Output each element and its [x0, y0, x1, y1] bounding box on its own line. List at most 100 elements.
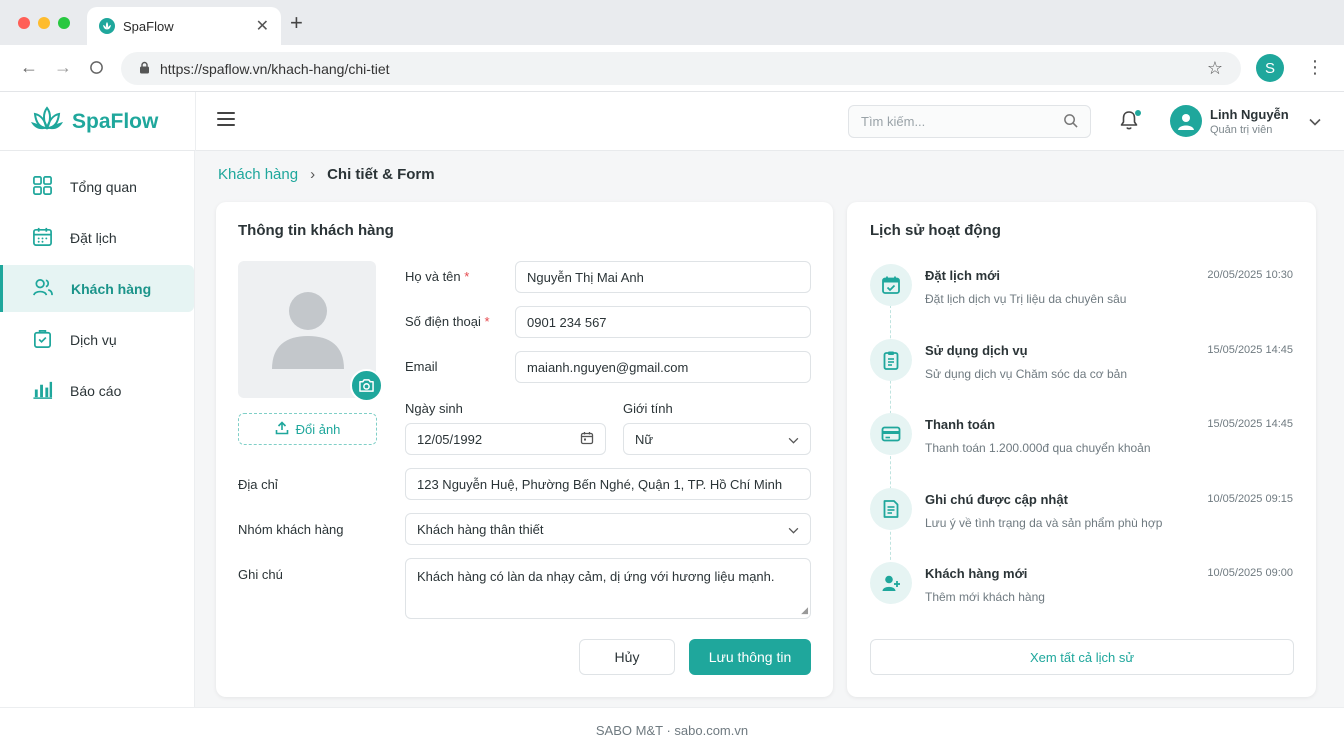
- save-button[interactable]: Lưu thông tin: [689, 639, 811, 675]
- chevron-down-icon: [788, 432, 799, 447]
- close-tab-icon[interactable]: ✕: [256, 16, 269, 36]
- clipboard-icon: [870, 339, 912, 381]
- chevron-down-icon[interactable]: [1309, 113, 1321, 129]
- forward-arrow-icon[interactable]: →: [54, 57, 72, 78]
- sidebar-item-label: Khách hàng: [71, 280, 152, 297]
- history-item-title: Sử dụng dịch vụ: [925, 343, 1028, 358]
- chevron-right-icon: ›: [310, 166, 316, 183]
- tab-title: SpaFlow: [123, 18, 174, 34]
- calendar-check-icon: [870, 264, 912, 306]
- email-field[interactable]: maianh.nguyen@gmail.com: [515, 351, 811, 383]
- change-photo-button[interactable]: Đổi ảnh: [238, 413, 377, 445]
- search-icon[interactable]: [1063, 113, 1078, 131]
- sidebar-item-label: Báo cáo: [70, 382, 122, 399]
- history-item-time: 15/05/2025 14:45: [1207, 344, 1293, 356]
- customer-group-select[interactable]: Khách hàng thân thiết: [405, 513, 811, 545]
- header-divider: [195, 92, 196, 151]
- sidebar-item-overview[interactable]: Tổng quan: [0, 163, 194, 210]
- calendar-icon[interactable]: [580, 431, 594, 448]
- maximize-window-dot[interactable]: [58, 17, 70, 29]
- user-role: Quản trị viên: [1210, 123, 1273, 136]
- cancel-button[interactable]: Hủy: [579, 639, 675, 675]
- breadcrumb-current: Chi tiết & Form: [327, 166, 435, 183]
- notification-bell-icon[interactable]: [1119, 110, 1141, 134]
- lotus-favicon-icon: [99, 18, 115, 34]
- credit-card-icon: [870, 413, 912, 455]
- sidebar-item-label: Đặt lịch: [70, 229, 117, 246]
- gender-label: Giới tính: [623, 401, 673, 416]
- browser-tabbar: SpaFlow ✕ +: [0, 0, 1344, 45]
- history-item-title: Khách hàng mới: [925, 566, 1028, 581]
- camera-icon[interactable]: [350, 369, 383, 402]
- change-photo-label: Đổi ảnh: [295, 421, 341, 437]
- browser-profile-avatar[interactable]: S: [1256, 54, 1284, 82]
- close-window-dot[interactable]: [18, 17, 30, 29]
- sidebar-item-reports[interactable]: Báo cáo: [0, 367, 194, 414]
- note-textarea[interactable]: Khách hàng có làn da nhạy cảm, dị ứng vớ…: [405, 558, 811, 619]
- history-item-time: 10/05/2025 09:00: [1207, 567, 1293, 579]
- sidebar-item-customers[interactable]: Khách hàng: [0, 265, 194, 312]
- lotus-logo-icon: [30, 106, 64, 137]
- note-label: Ghi chú: [238, 567, 283, 582]
- sidebar-item-services[interactable]: Dịch vụ: [0, 316, 194, 363]
- history-item-time: 10/05/2025 09:15: [1207, 493, 1293, 505]
- history-item-time: 20/05/2025 10:30: [1207, 269, 1293, 281]
- breadcrumb-link-customers[interactable]: Khách hàng: [218, 166, 298, 183]
- reload-icon[interactable]: [89, 59, 104, 80]
- address-label: Địa chỉ: [238, 477, 278, 492]
- footer-text: SABO M&T · sabo.com.vn: [595, 722, 749, 738]
- phone-field[interactable]: 0901 234 567: [515, 306, 811, 338]
- bookmark-star-icon[interactable]: ☆: [1207, 58, 1223, 79]
- lock-icon: [139, 61, 150, 77]
- customer-group-label: Nhóm khách hàng: [238, 522, 344, 537]
- sidebar-item-label: Tổng quan: [70, 178, 137, 195]
- sidebar-item-booking[interactable]: Đặt lịch: [0, 214, 194, 261]
- brand-name: SpaFlow: [72, 109, 159, 133]
- dashboard-icon: [32, 175, 53, 199]
- history-item-title: Thanh toán: [925, 417, 996, 432]
- history-item-desc: Thêm mới khách hàng: [925, 590, 1045, 604]
- dob-label: Ngày sinh: [405, 401, 463, 416]
- email-label: Email: [405, 359, 438, 374]
- browser-toolbar: ← → https://spaflow.vn/khach-hang/chi-ti…: [0, 45, 1344, 92]
- url-text: https://spaflow.vn/khach-hang/chi-tiet: [160, 60, 390, 77]
- form-card-title: Thông tin khách hàng: [238, 222, 394, 239]
- footer: SABO M&T · sabo.com.vn: [0, 707, 1344, 752]
- dob-field[interactable]: 12/05/1992: [405, 423, 606, 455]
- browser-tab[interactable]: SpaFlow ✕: [87, 7, 281, 45]
- history-item-desc: Lưu ý về tình trạng da và sản phẩm phù h…: [925, 516, 1163, 530]
- chevron-down-icon: [788, 522, 799, 537]
- address-bar[interactable]: https://spaflow.vn/khach-hang/chi-tiet ☆: [121, 52, 1241, 85]
- minimize-window-dot[interactable]: [38, 17, 50, 29]
- history-card-title: Lịch sử hoạt động: [870, 222, 1001, 239]
- view-all-history-button[interactable]: Xem tất cả lịch sử: [870, 639, 1294, 675]
- notification-dot: [1135, 110, 1141, 116]
- address-field[interactable]: 123 Nguyễn Huệ, Phường Bến Nghé, Quận 1,…: [405, 468, 811, 500]
- sidebar: Tổng quan Đặt lịch Khách hàng Dịch vụ Bá…: [0, 151, 195, 707]
- full-name-field[interactable]: Nguyễn Thị Mai Anh: [515, 261, 811, 293]
- user-avatar-icon: [1170, 105, 1202, 137]
- history-item-title: Đặt lịch mới: [925, 268, 1000, 283]
- user-plus-icon: [870, 562, 912, 604]
- browser-menu-icon[interactable]: ⋮: [1306, 57, 1324, 78]
- bar-chart-icon: [32, 379, 53, 403]
- phone-label: Số điện thoại *: [405, 314, 490, 329]
- history-item-time: 15/05/2025 14:45: [1207, 418, 1293, 430]
- user-menu[interactable]: Linh Nguyễn Quản trị viên: [1170, 105, 1321, 137]
- brand-logo[interactable]: SpaFlow: [30, 106, 158, 137]
- search-placeholder: Tìm kiếm...: [861, 114, 926, 129]
- upload-icon: [275, 420, 289, 438]
- service-icon: [32, 328, 53, 352]
- history-item-desc: Đặt lịch dịch vụ Trị liệu da chuyên sâu: [925, 292, 1127, 306]
- user-name: Linh Nguyễn: [1210, 106, 1289, 122]
- new-tab-icon[interactable]: +: [290, 10, 303, 36]
- search-input[interactable]: Tìm kiếm...: [848, 105, 1091, 138]
- name-label: Họ và tên *: [405, 269, 470, 284]
- gender-select[interactable]: Nữ: [623, 423, 811, 455]
- menu-toggle-icon[interactable]: [217, 112, 235, 130]
- history-item-title: Ghi chú được cập nhật: [925, 492, 1068, 507]
- resize-handle-icon[interactable]: ◢: [801, 605, 808, 616]
- calendar-icon: [32, 226, 53, 250]
- note-icon: [870, 488, 912, 530]
- back-arrow-icon[interactable]: ←: [20, 57, 38, 78]
